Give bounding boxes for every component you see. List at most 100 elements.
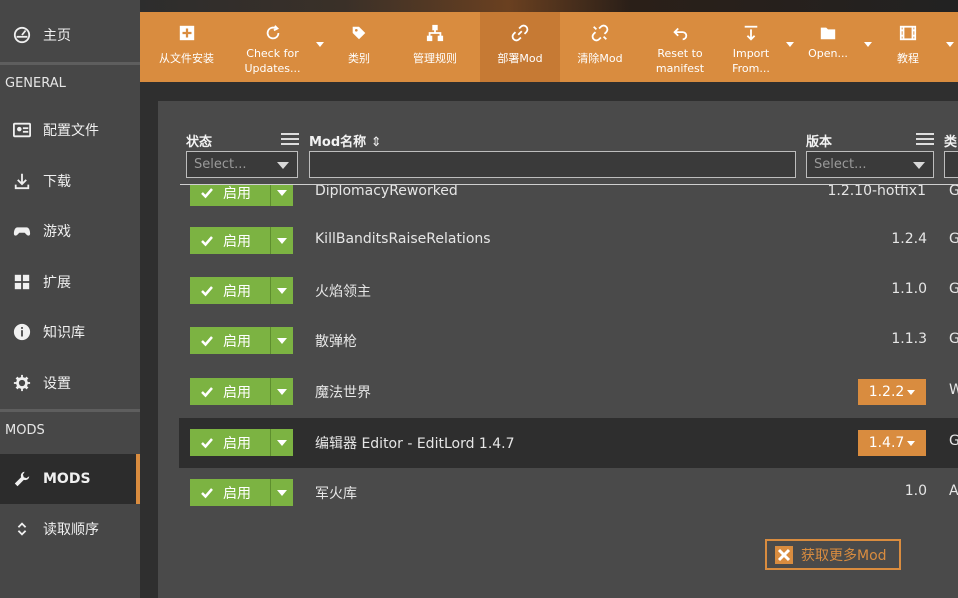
sidebar-item-mods[interactable]: MODS bbox=[0, 454, 140, 504]
import-icon bbox=[742, 22, 760, 44]
profile-card-icon bbox=[12, 120, 32, 140]
mod-name: 编辑器 Editor - EditLord 1.4.7 bbox=[315, 436, 515, 452]
plus-box-icon bbox=[178, 22, 196, 44]
category-filter-select[interactable] bbox=[944, 151, 958, 178]
table-row[interactable]: 启用 魔法世界 1.2.2 W bbox=[179, 367, 958, 417]
sidebar-item-label: 配置文件 bbox=[43, 123, 99, 139]
check-icon bbox=[195, 186, 219, 200]
check-icon bbox=[195, 334, 219, 348]
mod-version: 1.2.4 bbox=[891, 231, 927, 247]
chevron-down-icon[interactable] bbox=[316, 42, 324, 47]
enabled-toggle[interactable]: 启用 bbox=[190, 277, 293, 304]
chevron-down-icon[interactable] bbox=[864, 42, 872, 47]
install-from-file-button[interactable]: 从文件安装 bbox=[140, 12, 233, 82]
gamepad-icon bbox=[12, 221, 32, 241]
sidebar-item-settings[interactable]: 设置 bbox=[0, 358, 140, 408]
check-icon bbox=[195, 385, 219, 399]
column-header-version[interactable]: 版本 bbox=[806, 131, 832, 150]
sidebar-item-home[interactable]: 主页 bbox=[0, 10, 140, 60]
chevron-down-icon[interactable] bbox=[277, 288, 287, 294]
enabled-toggle[interactable]: 启用 bbox=[190, 227, 293, 254]
column-header-mod-name[interactable]: Mod名称 ⇕ bbox=[309, 131, 382, 150]
chevron-down-icon[interactable] bbox=[946, 42, 954, 47]
table-row[interactable]: 启用 KillBanditsRaiseRelations 1.2.4 G bbox=[179, 216, 958, 266]
dashboard-icon bbox=[12, 25, 32, 45]
wrench-icon bbox=[12, 469, 32, 489]
table-row[interactable]: 启用 火焰领主 1.1.0 G bbox=[179, 266, 958, 316]
chevron-down-icon[interactable] bbox=[277, 440, 287, 446]
sidebar-item-label: MODS bbox=[43, 471, 91, 487]
gear-icon bbox=[12, 373, 32, 393]
chevron-down-icon bbox=[907, 389, 916, 395]
table-row-selected[interactable]: 启用 编辑器 Editor - EditLord 1.4.7 1.4.7 G bbox=[179, 418, 958, 468]
table-row[interactable]: 启用 军火库 1.0 A bbox=[179, 468, 958, 518]
chevron-down-icon bbox=[277, 162, 289, 169]
column-menu-icon[interactable] bbox=[916, 133, 934, 147]
chevron-down-icon bbox=[913, 162, 925, 169]
import-from-button[interactable]: Import From... bbox=[720, 12, 798, 82]
enabled-toggle[interactable]: 启用 bbox=[190, 378, 293, 405]
mod-name: 散弹枪 bbox=[315, 334, 357, 350]
film-icon bbox=[899, 22, 917, 44]
sidebar-item-label: 读取顺序 bbox=[43, 522, 99, 538]
version-select-badge[interactable]: 1.4.7 bbox=[858, 430, 926, 456]
mod-name: DiplomacyReworked bbox=[315, 183, 458, 199]
chevron-down-icon[interactable] bbox=[277, 190, 287, 196]
manage-rules-button[interactable]: 管理规则 bbox=[390, 12, 480, 82]
sidebar-item-extensions[interactable]: 扩展 bbox=[0, 257, 140, 307]
version-filter-select[interactable]: Select... bbox=[806, 151, 934, 178]
chevron-down-icon[interactable] bbox=[277, 389, 287, 395]
sidebar-item-load-order[interactable]: 读取顺序 bbox=[0, 504, 140, 554]
enabled-toggle[interactable]: 启用 bbox=[190, 479, 293, 506]
mod-version: 1.1.3 bbox=[891, 331, 927, 347]
enabled-toggle[interactable]: 启用 bbox=[190, 327, 293, 354]
sidebar-item-profiles[interactable]: 配置文件 bbox=[0, 105, 140, 155]
chevron-down-icon[interactable] bbox=[277, 238, 287, 244]
refresh-icon bbox=[264, 22, 282, 44]
open-button[interactable]: Open... bbox=[798, 12, 876, 82]
column-menu-icon[interactable] bbox=[281, 133, 299, 147]
header-divider bbox=[180, 184, 958, 185]
check-icon bbox=[195, 234, 219, 248]
tutorials-button[interactable]: 教程 bbox=[876, 12, 958, 82]
sidebar-item-label: 主页 bbox=[43, 28, 71, 44]
column-header-category[interactable]: 类 bbox=[944, 131, 957, 150]
mod-category: A bbox=[949, 483, 958, 499]
chevron-down-icon[interactable] bbox=[786, 42, 794, 47]
check-for-updates-button[interactable]: Check for Updates... bbox=[233, 12, 328, 82]
enabled-toggle[interactable]: 启用 bbox=[190, 429, 293, 456]
sidebar-item-label: 扩展 bbox=[43, 275, 71, 291]
table-row[interactable]: 启用 散弹枪 1.1.3 G bbox=[179, 316, 958, 366]
purge-mods-button[interactable]: 清除Mod bbox=[560, 12, 640, 82]
column-header-status[interactable]: 状态 bbox=[186, 131, 212, 150]
link-icon bbox=[511, 22, 529, 44]
info-icon bbox=[12, 322, 32, 342]
check-icon bbox=[195, 284, 219, 298]
sidebar-item-knowledge-base[interactable]: 知识库 bbox=[0, 307, 140, 357]
categories-button[interactable]: 类别 bbox=[328, 12, 390, 82]
mod-category: G bbox=[949, 183, 958, 199]
mod-name-filter-input[interactable] bbox=[309, 151, 796, 178]
undo-icon bbox=[671, 22, 689, 44]
chevron-down-icon bbox=[907, 440, 916, 446]
sidebar-item-downloads[interactable]: 下载 bbox=[0, 156, 140, 206]
section-mods: MODS bbox=[0, 409, 140, 449]
chevron-down-icon[interactable] bbox=[277, 338, 287, 344]
unlink-icon bbox=[591, 22, 609, 44]
mod-name: KillBanditsRaiseRelations bbox=[315, 231, 491, 247]
status-filter-select[interactable]: Select... bbox=[186, 151, 298, 178]
mod-version: 1.1.0 bbox=[891, 281, 927, 297]
get-more-mods-button[interactable]: 获取更多Mod bbox=[765, 539, 901, 570]
sidebar-item-label: 设置 bbox=[43, 376, 71, 392]
sidebar-item-games[interactable]: 游戏 bbox=[0, 206, 140, 256]
reset-to-manifest-button[interactable]: Reset to manifest bbox=[640, 12, 720, 82]
tag-icon bbox=[350, 22, 368, 44]
hierarchy-icon bbox=[426, 22, 444, 44]
deploy-mods-button[interactable]: 部署Mod bbox=[480, 12, 560, 82]
version-select-badge[interactable]: 1.2.2 bbox=[858, 379, 926, 405]
chevron-down-icon[interactable] bbox=[277, 490, 287, 496]
sidebar-item-label: 知识库 bbox=[43, 325, 85, 341]
mod-category: G bbox=[949, 281, 958, 297]
sort-icon bbox=[12, 519, 32, 539]
folder-icon bbox=[819, 22, 837, 44]
